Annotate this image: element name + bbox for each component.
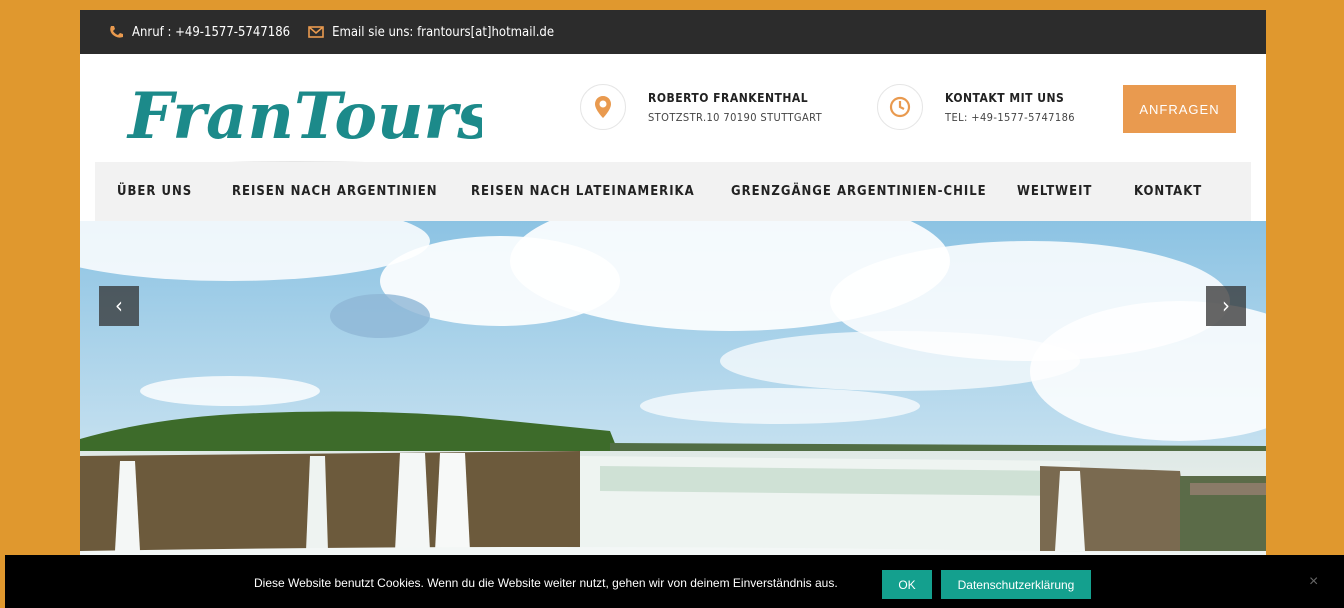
contact-subtitle: TEL: +49-1577-5747186: [945, 110, 1075, 124]
phone-icon: [110, 26, 123, 38]
address-block: ROBERTO FRANKENTHAL STOTZSTR.10 70190 ST…: [580, 84, 822, 130]
privacy-policy-button[interactable]: Datenschutzerklärung: [941, 570, 1091, 599]
logo-text: FranTours: [126, 79, 482, 154]
frantours-logo[interactable]: FranTours: [122, 62, 493, 174]
nav-item-kontakt[interactable]: KONTAKT: [1134, 184, 1202, 199]
address-subtitle: STOTZSTR.10 70190 STUTTGART: [648, 110, 823, 124]
nav-item-weltweit[interactable]: WELTWEIT: [1017, 184, 1092, 199]
nav-item-reisen-argentinien[interactable]: REISEN NACH ARGENTINIEN: [232, 184, 438, 199]
phone-link[interactable]: Anruf : +49-1577-5747186: [108, 25, 290, 40]
chevron-right-icon: ›: [1222, 293, 1230, 319]
email-link[interactable]: Email sie uns: frantours[at]hotmail.de: [308, 25, 554, 40]
anfragen-button[interactable]: ANFRAGEN: [1123, 85, 1236, 133]
address-title: ROBERTO FRANKENTHAL: [648, 90, 809, 105]
nav-item-ueber-uns[interactable]: ÜBER UNS: [117, 184, 192, 199]
nav-item-reisen-lateinamerika[interactable]: REISEN NACH LATEINAMERIKA: [471, 184, 695, 199]
map-pin-icon: [580, 84, 626, 130]
page-container: Anruf : +49-1577-5747186 Email sie uns: …: [80, 10, 1266, 608]
slider-prev-button[interactable]: ‹: [99, 286, 139, 326]
cookie-banner: Diese Website benutzt Cookies. Wenn du d…: [5, 555, 1344, 608]
cookie-ok-button[interactable]: OK: [882, 570, 932, 599]
contact-block: KONTAKT MIT UNS TEL: +49-1577-5747186: [877, 84, 1075, 130]
main-nav: ÜBER UNS REISEN NACH ARGENTINIEN REISEN …: [95, 162, 1251, 221]
clock-icon: [877, 84, 923, 130]
top-bar: Anruf : +49-1577-5747186 Email sie uns: …: [80, 10, 1266, 54]
phone-text: Anruf : +49-1577-5747186: [132, 24, 291, 40]
cookie-message: Diese Website benutzt Cookies. Wenn du d…: [254, 576, 838, 590]
hero-slider-image: [80, 221, 1266, 608]
slider-next-button[interactable]: ›: [1206, 286, 1246, 326]
contact-title: KONTAKT MIT UNS: [945, 90, 1065, 105]
chevron-left-icon: ‹: [115, 293, 123, 319]
envelope-icon: [308, 26, 324, 38]
nav-item-grenzgaenge[interactable]: GRENZGÄNGE ARGENTINIEN-CHILE: [731, 184, 987, 199]
header: FranTours ROBERTO FRANKENTHAL STOTZSTR.1…: [80, 54, 1266, 170]
close-icon[interactable]: ×: [1309, 573, 1318, 591]
email-text: Email sie uns: frantours[at]hotmail.de: [332, 24, 555, 40]
